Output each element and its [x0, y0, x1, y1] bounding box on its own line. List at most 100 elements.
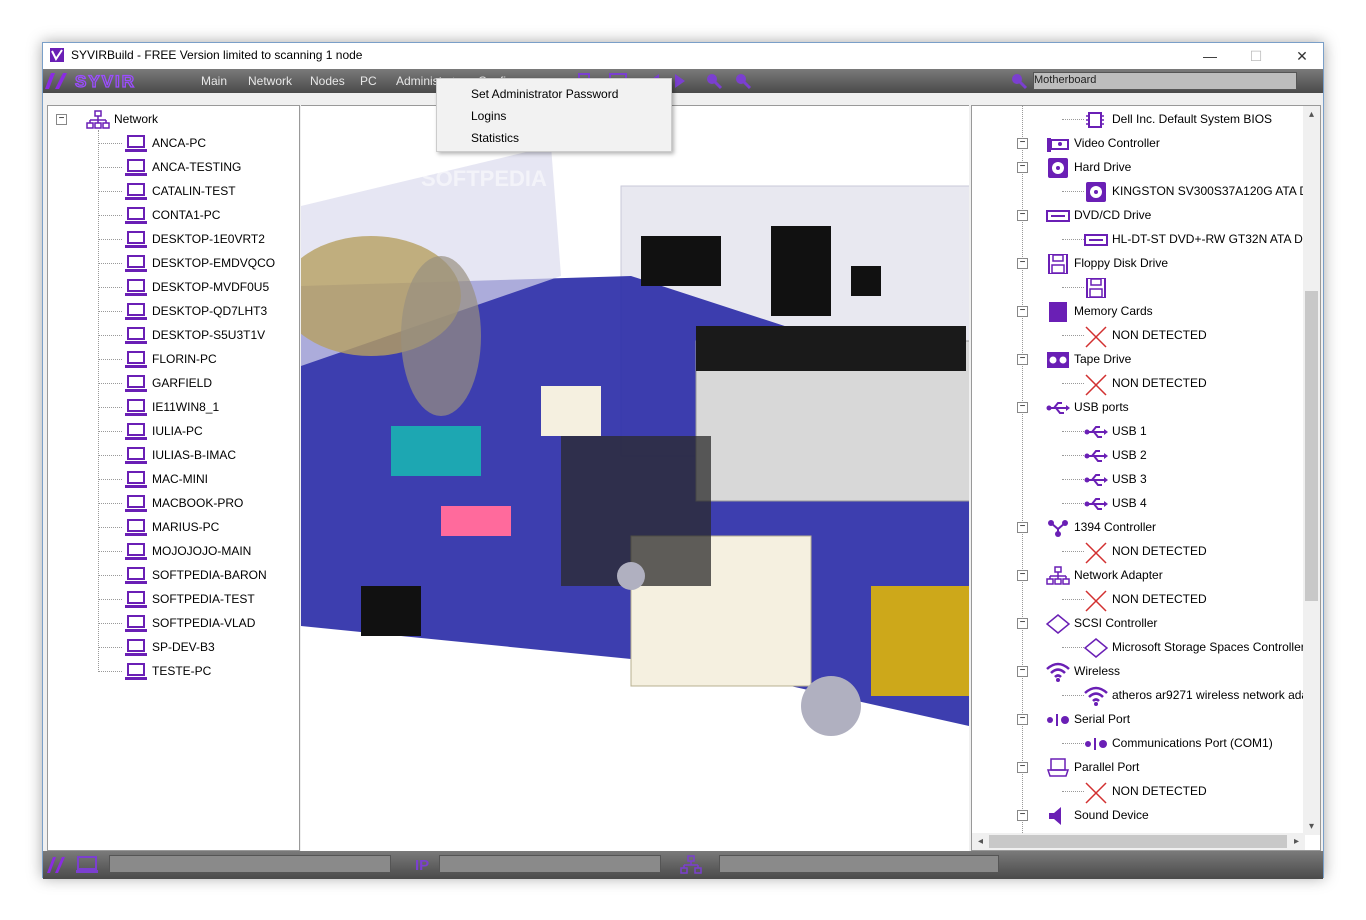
tree-item-label: NON DETECTED	[1112, 592, 1207, 606]
motherboard-render: SOFTPEDIA	[301, 106, 969, 851]
tree-line	[1062, 743, 1084, 744]
collapse-toggle[interactable]: −	[1017, 162, 1028, 173]
tree-item-label: DESKTOP-1E0VRT2	[152, 232, 265, 246]
tree-line	[98, 383, 122, 384]
minimize-button[interactable]: —	[1187, 43, 1233, 69]
tree-line	[98, 239, 122, 240]
search-icon[interactable]	[1009, 71, 1029, 91]
menu-statistics[interactable]: Statistics	[471, 131, 519, 145]
collapse-toggle[interactable]: −	[1017, 762, 1028, 773]
collapse-toggle[interactable]: −	[1017, 570, 1028, 581]
component-field[interactable]: Motherboard	[1033, 72, 1297, 90]
collapse-toggle[interactable]: −	[56, 114, 67, 125]
tree-item-label: USB ports	[1074, 400, 1129, 414]
tree-line	[1062, 455, 1084, 456]
tree-item-label: DESKTOP-EMDVQCO	[152, 256, 276, 270]
tree-line	[1062, 239, 1084, 240]
tree-line	[98, 191, 122, 192]
tree-line	[98, 167, 122, 168]
collapse-toggle[interactable]: −	[1017, 714, 1028, 725]
collapse-toggle[interactable]: −	[1017, 402, 1028, 413]
tree-item-label: MAC-MINI	[152, 472, 208, 486]
tree-line	[1062, 791, 1084, 792]
close-button[interactable]: ✕	[1279, 43, 1325, 69]
tree-item-label: SOFTPEDIA-TEST	[152, 592, 255, 606]
scroll-left-icon[interactable]: ◂	[972, 833, 989, 850]
tree-item-label: Parallel Port	[1074, 760, 1140, 774]
tree-line	[1062, 695, 1084, 696]
tree-item-label: 1394 Controller	[1074, 520, 1157, 534]
menu-network[interactable]: Network	[248, 74, 292, 88]
tree-line	[1062, 287, 1084, 288]
hardware-tree-panel: Dell Inc. Default System BIOS − Video Cont…	[971, 105, 1321, 851]
tree-line	[98, 215, 122, 216]
horizontal-scrollbar[interactable]: ◂ ▸	[972, 833, 1305, 850]
tree-item-label: IULIA-PC	[152, 424, 203, 438]
tree-item-label: IULIAS-B-IMAC	[152, 448, 237, 462]
tree-line	[1062, 119, 1084, 120]
tree-line	[98, 575, 122, 576]
tree-item-label: MARIUS-PC	[152, 520, 220, 534]
collapse-toggle[interactable]: −	[1017, 618, 1028, 629]
collapse-toggle[interactable]: −	[1017, 810, 1028, 821]
tree-item-label: NON DETECTED	[1112, 328, 1207, 342]
scroll-up-icon[interactable]: ▴	[1303, 106, 1320, 123]
tree-item-label: DESKTOP-MVDF0U5	[152, 280, 270, 294]
collapse-toggle[interactable]: −	[1017, 306, 1028, 317]
tree-line	[98, 479, 122, 480]
tree-item-label: SOFTPEDIA-BARON	[152, 568, 267, 582]
hscroll-thumb[interactable]	[989, 835, 1287, 848]
tree-line	[98, 287, 122, 288]
tree-item-label: TESTE-PC	[152, 664, 212, 678]
tree-line	[1062, 647, 1084, 648]
scroll-right-icon[interactable]: ▸	[1288, 833, 1305, 850]
status-field-network	[719, 855, 999, 873]
zoom-out-icon[interactable]	[733, 71, 753, 91]
tree-item-label: DESKTOP-S5U3T1V	[152, 328, 266, 342]
tree-item-label: NON DETECTED	[1112, 784, 1207, 798]
app-window: SYVIRBuild - FREE Version limited to sca…	[42, 42, 1325, 879]
window-title: SYVIRBuild - FREE Version limited to sca…	[71, 48, 363, 62]
collapse-toggle[interactable]: −	[1017, 258, 1028, 269]
tree-item-label: Network	[114, 112, 159, 126]
tree-line	[1062, 479, 1084, 480]
tree-line	[1062, 599, 1084, 600]
tree-line	[98, 311, 122, 312]
tree-line	[98, 551, 122, 552]
menu-main[interactable]: Main	[201, 74, 227, 88]
scroll-thumb[interactable]	[1305, 291, 1318, 601]
menu-logins[interactable]: Logins	[471, 109, 506, 123]
administrator-dropdown: Set Administrator Password Logins Statis…	[436, 78, 672, 152]
collapse-toggle[interactable]: −	[1017, 210, 1028, 221]
collapse-toggle[interactable]: −	[1017, 522, 1028, 533]
tree-item-label: Microsoft Storage Spaces Controller	[1112, 640, 1305, 654]
tree-line	[98, 359, 122, 360]
collapse-toggle[interactable]: −	[1017, 666, 1028, 677]
tree-line	[1062, 431, 1084, 432]
menu-pc[interactable]: PC	[360, 74, 377, 88]
tree-line	[98, 671, 122, 672]
tree-line	[1062, 551, 1084, 552]
network-tree-panel: − Network ANCA-PC ANCA-TESTING CATALIN-TEST C…	[47, 105, 300, 851]
syvir-logo: SYVIR	[45, 71, 136, 91]
zoom-in-icon[interactable]	[704, 71, 724, 91]
tree-line	[98, 455, 122, 456]
collapse-toggle[interactable]: −	[1017, 138, 1028, 149]
scroll-down-icon[interactable]: ▾	[1303, 818, 1320, 835]
vertical-scrollbar[interactable]: ▴ ▾	[1303, 106, 1320, 835]
maximize-button[interactable]: ☐	[1233, 43, 1279, 69]
tree-item-label: MOJOJOJO-MAIN	[152, 544, 252, 558]
menu-set-admin-password[interactable]: Set Administrator Password	[471, 87, 618, 101]
tree-item-label: MACBOOK-PRO	[152, 496, 244, 510]
collapse-toggle[interactable]: −	[1017, 354, 1028, 365]
tree-item-label: CATALIN-TEST	[152, 184, 236, 198]
tree-item-label: USB 2	[1112, 448, 1147, 462]
tree-line	[98, 527, 122, 528]
svg-text:SYVIR: SYVIR	[75, 72, 136, 91]
tree-item-label: CONTA1-PC	[152, 208, 221, 222]
menu-nodes[interactable]: Nodes	[310, 74, 345, 88]
app-icon	[50, 48, 64, 62]
tree-line	[98, 263, 122, 264]
tree-line	[98, 623, 122, 624]
3d-motherboard-view[interactable]: SOFTPEDIA	[301, 105, 969, 851]
